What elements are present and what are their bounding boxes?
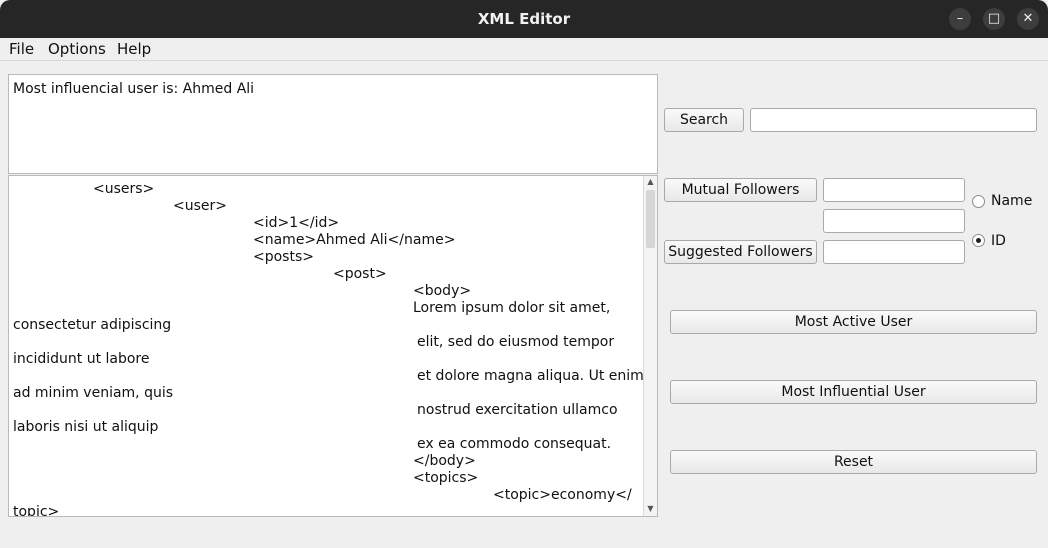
editor-line: ex ea commodo consequat. (417, 436, 612, 452)
search-button[interactable]: Search (664, 108, 744, 132)
mutual-user-1-input[interactable] (823, 178, 965, 202)
most-influential-user-button[interactable]: Most Influential User (670, 380, 1037, 404)
result-text: Most influencial user is: Ahmed Ali (13, 81, 255, 97)
search-input[interactable] (750, 108, 1037, 132)
most-active-user-button[interactable]: Most Active User (670, 310, 1037, 334)
window-title: XML Editor (477, 10, 571, 28)
editor-line: Lorem ipsum dolor sit amet, (413, 300, 611, 316)
mutual-followers-button[interactable]: Mutual Followers (664, 178, 817, 202)
editor-line: <topic>economy</ (493, 487, 632, 503)
editor-line: laboris nisi ut aliquip (13, 419, 159, 435)
scroll-down-icon[interactable]: ▼ (645, 504, 656, 513)
minimize-icon[interactable]: – (949, 8, 971, 30)
editor-line: </body> (413, 453, 476, 469)
suggested-followers-button[interactable]: Suggested Followers (664, 240, 817, 264)
editor-line: consectetur adipiscing (13, 317, 172, 333)
editor-scrollbar[interactable]: ▲ ▼ (643, 176, 657, 516)
editor-line: incididunt ut labore (13, 351, 150, 367)
close-icon[interactable]: ✕ (1017, 8, 1039, 30)
editor-line: <name>Ahmed Ali</name> (253, 232, 456, 248)
radio-selected-dot (976, 238, 981, 243)
result-output[interactable]: Most influencial user is: Ahmed Ali (8, 74, 658, 174)
editor-line: <body> (413, 283, 472, 299)
scrollbar-thumb[interactable] (646, 190, 655, 248)
title-bar: XML Editor – □ ✕ (0, 0, 1048, 38)
menu-options[interactable]: Options (48, 40, 106, 58)
radio-id[interactable] (972, 234, 985, 247)
radio-id-label: ID (991, 233, 1006, 249)
editor-line: <posts> (253, 249, 314, 265)
menu-file[interactable]: File (9, 40, 34, 58)
scroll-up-icon[interactable]: ▲ (645, 177, 656, 186)
editor-line: ad minim veniam, quis (13, 385, 174, 401)
reset-button[interactable]: Reset (670, 450, 1037, 474)
menu-help[interactable]: Help (117, 40, 151, 58)
menu-bar: File Options Help (0, 38, 1048, 61)
editor-line: <id>1</id> (253, 215, 340, 231)
maximize-icon[interactable]: □ (983, 8, 1005, 30)
suggested-user-input[interactable] (823, 240, 965, 264)
editor-line: elit, sed do eiusmod tempor (417, 334, 615, 350)
editor-line: <topics> (413, 470, 479, 486)
editor-line: nostrud exercitation ullamco (417, 402, 618, 418)
mutual-user-2-input[interactable] (823, 209, 965, 233)
xml-editor[interactable]: <users> <user> <id>1</id> <name>Ahmed Al… (8, 175, 658, 517)
editor-line: <user> (173, 198, 227, 214)
editor-line: <users> (93, 181, 155, 197)
radio-name[interactable] (972, 195, 985, 208)
editor-line: <post> (333, 266, 387, 282)
editor-line: topic> (13, 504, 60, 517)
radio-name-label: Name (991, 193, 1033, 209)
editor-line: et dolore magna aliqua. Ut enim (417, 368, 644, 384)
